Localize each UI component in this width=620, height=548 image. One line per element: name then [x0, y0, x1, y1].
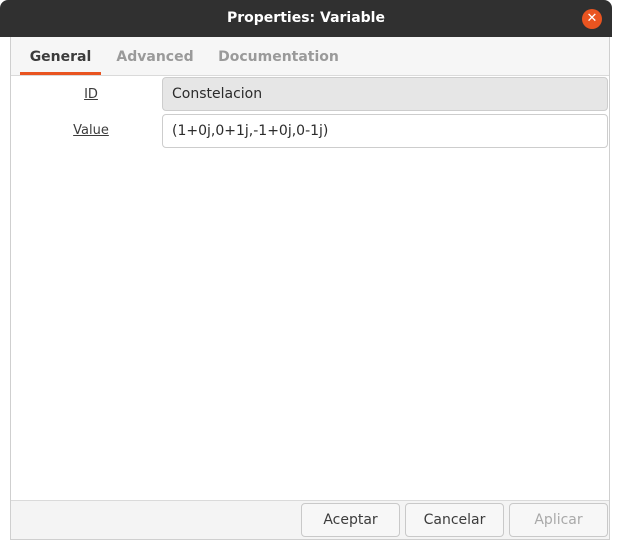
dialog-title: Properties: Variable: [227, 10, 385, 26]
close-icon: ✕: [586, 11, 598, 26]
close-button[interactable]: ✕: [582, 9, 602, 29]
id-label: ID: [84, 87, 98, 102]
id-field[interactable]: Constelacion: [162, 77, 608, 111]
tab-bar: General Advanced Documentation: [11, 37, 609, 76]
tab-advanced[interactable]: Advanced: [110, 37, 200, 75]
cancel-button[interactable]: Cancelar: [405, 503, 504, 537]
tab-general[interactable]: General: [20, 37, 101, 75]
value-field[interactable]: (1+0j,0+1j,-1+0j,0-1j): [162, 114, 608, 148]
apply-button[interactable]: Aplicar: [509, 503, 608, 537]
accept-button[interactable]: Aceptar: [301, 503, 400, 537]
button-bar: Aceptar Cancelar Aplicar: [11, 500, 609, 539]
dialog-body: General Advanced Documentation ID Conste…: [10, 37, 610, 540]
properties-dialog: Properties: Variable ✕ General Advanced …: [0, 0, 620, 548]
value-label: Value: [73, 123, 109, 138]
title-bar[interactable]: Properties: Variable ✕: [0, 0, 612, 37]
tab-documentation[interactable]: Documentation: [216, 37, 341, 75]
